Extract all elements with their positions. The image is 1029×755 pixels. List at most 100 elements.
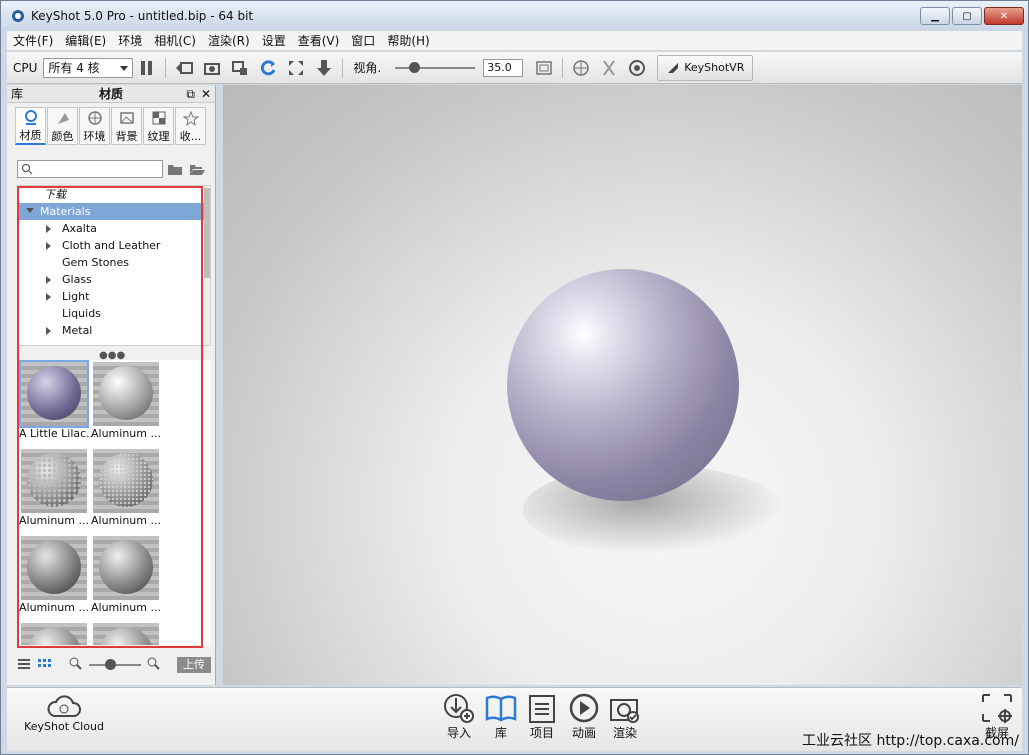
library-header: 库 材质 ⧉ ✕: [7, 85, 215, 103]
tab-backgrounds[interactable]: 背景: [111, 107, 142, 145]
render-viewport[interactable]: [223, 85, 1022, 685]
tab-backgrounds-label: 背景: [115, 130, 138, 143]
keyshot-cloud-button[interactable]: KeyShot Cloud: [19, 694, 109, 733]
refresh-button[interactable]: [257, 57, 279, 79]
nav-library-button[interactable]: 库: [481, 692, 521, 741]
tab-favorites[interactable]: 收...: [175, 107, 206, 145]
import-icon: [444, 694, 474, 723]
film-icon: [176, 61, 194, 74]
pin-icon: [603, 59, 616, 76]
tab-favorites-label: 收...: [179, 130, 202, 143]
pause-button[interactable]: [136, 57, 158, 79]
camera-lock-button[interactable]: [229, 57, 251, 79]
nav-render-button[interactable]: 渲染: [605, 692, 645, 741]
thumbnail-size-slider[interactable]: [89, 658, 141, 672]
tab-textures-label: 纹理: [147, 130, 170, 143]
bottom-toolbar: KeyShot Cloud 导入 库 项目 动画 渲染 截屏 工业云社区 htt…: [7, 687, 1022, 751]
tab-colors[interactable]: 颜色: [47, 107, 78, 145]
geometry-view-button[interactable]: [570, 57, 592, 79]
undock-icon[interactable]: ⧉: [186, 87, 195, 102]
library-search-input[interactable]: [17, 160, 163, 178]
region-icon: [536, 60, 552, 75]
tab-materials[interactable]: 材质: [15, 107, 46, 145]
menu-file[interactable]: 文件(F): [7, 31, 59, 51]
keyshot-cloud-label: KeyShot Cloud: [24, 720, 104, 733]
chevron-down-icon: [120, 65, 129, 71]
open-folder-icon[interactable]: [189, 162, 205, 179]
nav-library-label: 库: [494, 726, 507, 740]
tab-environments[interactable]: 环境: [79, 107, 110, 145]
panel-title: 材质: [99, 87, 124, 101]
material-ball-icon: [24, 110, 37, 125]
minimize-button[interactable]: ▁: [920, 7, 950, 25]
library-tabs: 材质 颜色 环境 背景 纹理 收...: [7, 103, 215, 147]
drop-to-ground-button[interactable]: [313, 57, 335, 79]
tab-textures[interactable]: 纹理: [143, 107, 174, 145]
menu-camera[interactable]: 相机(C): [148, 31, 202, 51]
menu-help[interactable]: 帮助(H): [381, 31, 435, 51]
keyshot-vr-button[interactable]: KeyShotVR: [657, 54, 754, 81]
close-button[interactable]: ✕: [984, 7, 1024, 25]
play-icon: [569, 693, 599, 723]
rendered-sphere[interactable]: [507, 269, 739, 501]
new-folder-icon[interactable]: [167, 162, 183, 179]
expand-icon: [289, 60, 304, 75]
zoom-out-icon[interactable]: [69, 657, 83, 674]
clipboard-icon: [529, 695, 555, 723]
camera-icon: [204, 62, 221, 75]
close-panel-icon[interactable]: ✕: [201, 87, 211, 102]
region-render-button[interactable]: [533, 57, 555, 79]
menu-bar: 文件(F) 编辑(E) 环境 相机(C) 渲染(R) 设置 查看(V) 窗口 帮…: [7, 31, 1022, 51]
menu-view[interactable]: 查看(V): [292, 31, 346, 51]
pin-button[interactable]: [598, 57, 620, 79]
menu-edit[interactable]: 编辑(E): [59, 31, 112, 51]
checker-icon: [152, 111, 165, 125]
tab-colors-label: 颜色: [51, 130, 74, 143]
fit-view-button[interactable]: [285, 57, 307, 79]
nav-import-button[interactable]: 导入: [439, 692, 479, 741]
nav-project-button[interactable]: 项目: [522, 692, 562, 741]
refresh-icon: [261, 59, 276, 75]
keyshot-logo-icon: [12, 10, 24, 22]
toolbar-divider: [342, 57, 344, 78]
list-view-icon[interactable]: [17, 658, 31, 673]
watermark-text: 工业云社区 http://top.caxa.com/: [802, 733, 1019, 749]
performance-mode-button[interactable]: [173, 57, 195, 79]
menu-window[interactable]: 窗口: [345, 31, 381, 51]
zoom-in-icon[interactable]: [147, 657, 161, 674]
fov-slider[interactable]: [395, 61, 476, 75]
search-icon: [22, 164, 33, 175]
crop-target-icon: [982, 694, 1012, 723]
menu-render[interactable]: 渲染(R): [202, 31, 256, 51]
upload-button[interactable]: 上传: [177, 657, 211, 673]
sphere-grid-icon: [573, 59, 589, 76]
minimize-icon: ▁: [931, 10, 939, 22]
nav-import-label: 导入: [446, 726, 471, 740]
cpu-label: CPU: [13, 60, 38, 75]
title-bar: KeyShot 5.0 Pro - untitled.bip - 64 bit …: [1, 1, 1028, 31]
fov-slider-handle[interactable]: [409, 61, 421, 73]
menu-settings[interactable]: 设置: [256, 31, 292, 51]
book-icon: [485, 695, 517, 722]
thumbnail-size-handle[interactable]: [105, 659, 116, 670]
cpu-select[interactable]: 所有 4 核: [43, 57, 134, 78]
pause-icon: [141, 60, 153, 75]
toolbar-divider: [165, 57, 167, 78]
menu-environment[interactable]: 环境: [112, 31, 148, 51]
keyshot-vr-icon-button[interactable]: [626, 57, 648, 79]
grid-view-icon[interactable]: [37, 658, 51, 673]
maximize-button[interactable]: ▢: [952, 7, 982, 25]
cloud-icon: [47, 695, 81, 717]
nav-animation-button[interactable]: 动画: [564, 692, 604, 741]
tree-scrollbar[interactable]: [204, 186, 210, 345]
tree-scrollbar-thumb[interactable]: [204, 188, 210, 278]
main-toolbar: CPU 所有 4 核 视角. 35.0 KeyShotVR: [7, 52, 1022, 84]
fov-value-input[interactable]: 35.0: [483, 58, 524, 77]
image-icon: [119, 112, 134, 124]
globe-icon: [87, 111, 102, 125]
highlight-box: [17, 186, 203, 648]
screenshot-tool-button[interactable]: [201, 57, 223, 79]
window-title: KeyShot 5.0 Pro - untitled.bip - 64 bit: [31, 9, 254, 23]
keyshot-vr-label: KeyShotVR: [684, 61, 745, 74]
star-icon: [182, 110, 199, 127]
